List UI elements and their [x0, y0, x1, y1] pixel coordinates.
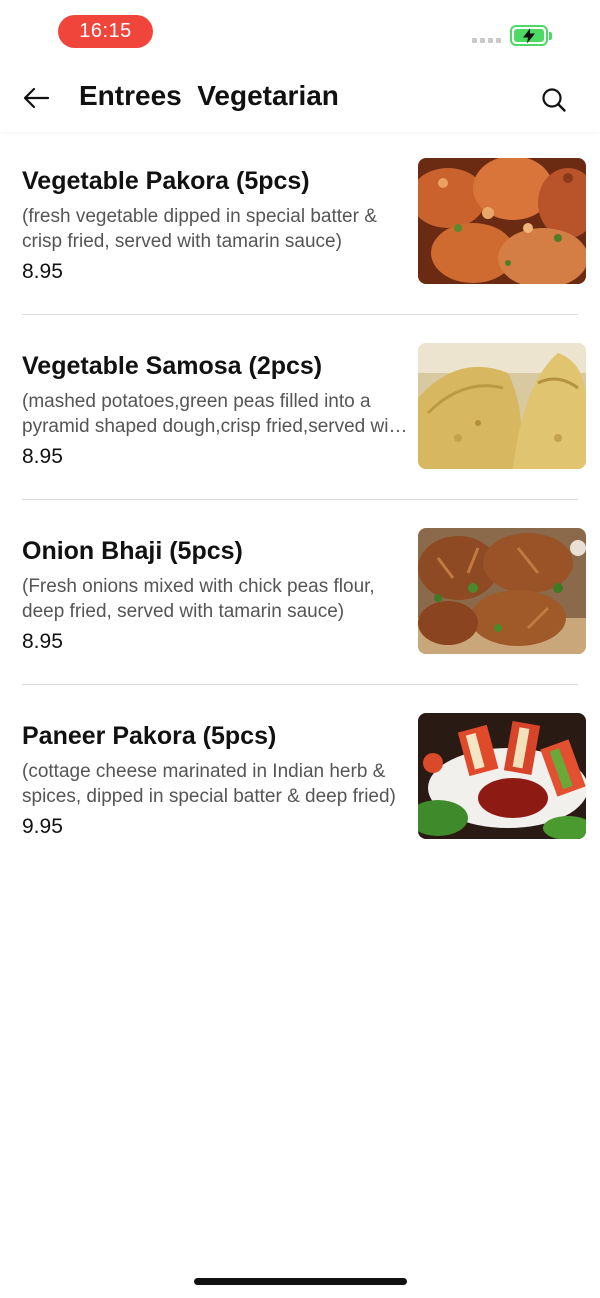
list-item[interactable]: Onion Bhaji (5pcs) (Fresh onions mixed w… — [0, 510, 600, 695]
nav-header: Entrees Vegetarian — [0, 62, 600, 132]
vegetable-samosa-photo — [418, 343, 586, 469]
status-bar: 16:15 — [0, 0, 600, 62]
item-price: 9.95 — [22, 815, 63, 838]
divider — [22, 499, 578, 500]
back-button[interactable] — [16, 82, 56, 114]
battery-nub — [549, 32, 552, 40]
item-description: (Fresh onions mixed with chick peas flou… — [22, 576, 375, 622]
onion-bhaji-photo — [418, 528, 586, 654]
paneer-pakora-photo — [418, 713, 586, 839]
status-time: 16:15 — [58, 15, 153, 48]
arrow-left-icon — [23, 87, 50, 109]
search-icon — [542, 88, 566, 112]
list-item[interactable]: Paneer Pakora (5pcs) (cottage cheese mar… — [0, 695, 600, 880]
home-indicator[interactable] — [194, 1278, 407, 1285]
item-price: 8.95 — [22, 445, 63, 468]
page-title: Entrees Vegetarian — [79, 80, 339, 111]
list-item[interactable]: Vegetable Samosa (2pcs) (mashed potatoes… — [0, 325, 600, 510]
item-name: Onion Bhaji (5pcs) — [22, 537, 243, 565]
list-item[interactable]: Vegetable Pakora (5pcs) (fresh vegetable… — [0, 140, 600, 325]
item-name: Vegetable Samosa (2pcs) — [22, 352, 323, 380]
divider — [22, 314, 578, 315]
divider — [22, 684, 578, 685]
menu-list: Vegetable Pakora (5pcs) (fresh vegetable… — [0, 140, 600, 880]
item-name: Vegetable Pakora (5pcs) — [22, 167, 310, 195]
item-description: (mashed potatoes,green peas filled into … — [22, 391, 405, 437]
item-price: 8.95 — [22, 260, 63, 283]
vegetable-pakora-photo — [418, 158, 586, 284]
item-name: Paneer Pakora (5pcs) — [22, 722, 277, 750]
battery-charging-icon — [510, 25, 548, 46]
item-description: (fresh vegetable dipped in special batte… — [22, 206, 377, 252]
item-price: 8.95 — [22, 630, 63, 653]
signal-icon — [472, 38, 501, 43]
search-button[interactable] — [536, 82, 572, 118]
item-description: (cottage cheese marinated in Indian herb… — [22, 761, 396, 807]
